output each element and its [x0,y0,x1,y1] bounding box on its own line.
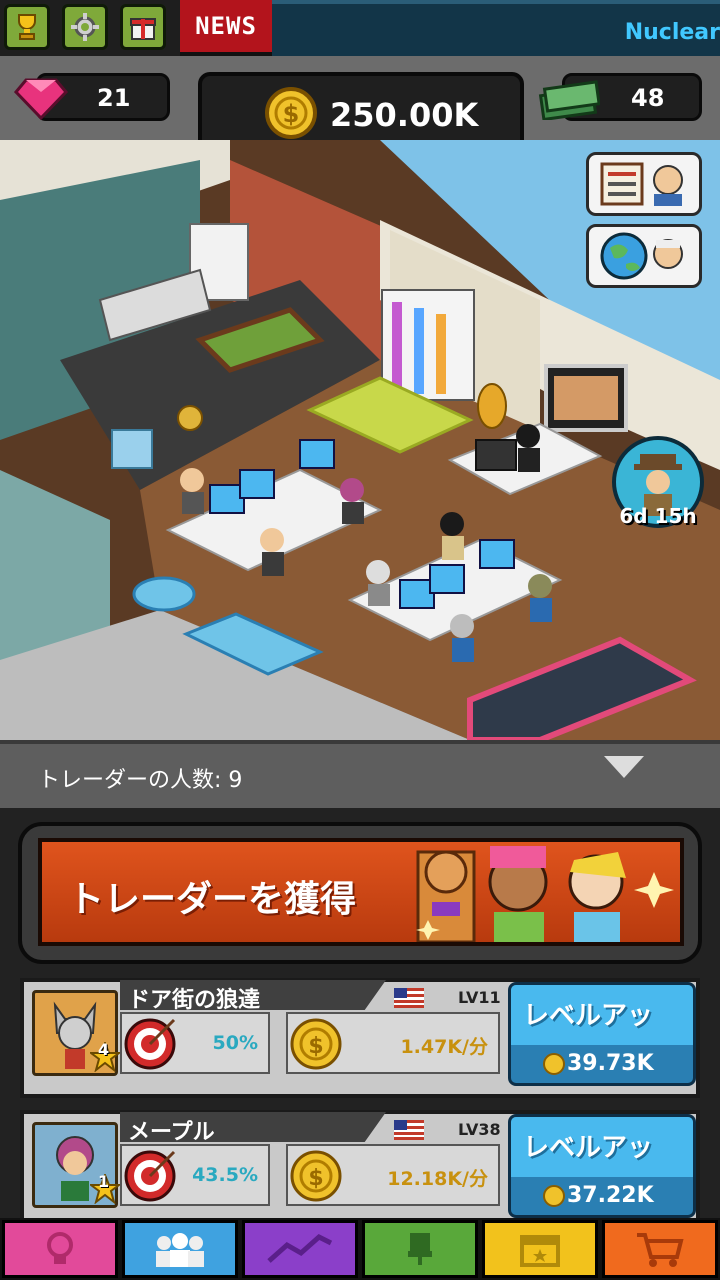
level-up-label: レベルアッ [523,1001,654,1031]
office-scene[interactable]: 6d 15h [0,140,720,740]
hit-rate-stat: 43.5% [120,1144,270,1206]
coin-icon: $ [265,87,317,139]
us-flag-icon [394,1120,424,1140]
hire-trader-label: トレーダーを獲得 [68,879,357,920]
gem-count: 21 [97,84,131,112]
level-up-cost: 37.22K [567,1183,654,1208]
svg-text:$: $ [283,100,300,128]
rank-badge: 1 [98,1172,110,1191]
cash-icon [538,80,600,120]
trader-card[interactable]: 1 メープル LV38 43.5% $ 12.18K/分 レベルアッ 37.22… [20,1110,700,1230]
coin-icon [543,1053,565,1075]
rank-badge: 4 [98,1040,110,1059]
trader-count-row[interactable]: トレーダーの人数: 9 [0,740,720,808]
level-up-label: レベルアッ [523,1133,654,1163]
gear-icon[interactable] [62,4,108,50]
news-report-button[interactable] [586,152,702,216]
coin-icon: $ [290,1150,342,1202]
event-timer: 6d 15h [619,504,697,528]
cash-count: 48 [631,84,665,112]
trader-level: LV11 [458,988,501,1007]
nav-shop-tab[interactable] [602,1220,718,1278]
trader-name: メープル [128,1120,215,1145]
target-icon [124,1018,176,1070]
trader-panel: トレーダーを獲得 4 ドア街の狼達 LV11 50% $ 1.47K/分 レベル… [0,808,720,1230]
collapse-arrow-icon[interactable] [604,756,644,778]
coin-count: 250.00K [330,96,479,134]
income-value: 1.47K/分 [400,1036,488,1058]
bottom-nav [0,1218,720,1280]
nav-events-tab[interactable] [482,1220,598,1278]
hire-trader-button[interactable]: トレーダーを獲得 [38,838,684,946]
news-ticker[interactable]: Nuclear [272,0,720,56]
income-value: 12.18K/分 [387,1168,488,1190]
news-label: NEWS [195,12,257,40]
us-flag-icon [394,988,424,1008]
lightbulb-icon [47,1232,73,1264]
gem-icon [14,78,68,120]
trader-level: LV38 [458,1120,501,1139]
nav-office-tab[interactable] [362,1220,478,1278]
svg-text:$: $ [308,1166,323,1191]
hit-rate-stat: 50% [120,1012,270,1074]
target-icon [124,1150,176,1202]
level-up-button[interactable]: レベルアッ 39.73K [508,982,696,1086]
ticker-text: Nuclear [624,20,720,45]
coin-icon [543,1185,565,1207]
level-up-button[interactable]: レベルアッ 37.22K [508,1114,696,1218]
trader-card[interactable]: 4 ドア街の狼達 LV11 50% $ 1.47K/分 レベルアッ 39.73K [20,978,700,1098]
cart-icon [637,1233,684,1267]
gift-icon[interactable] [120,4,166,50]
chair-icon [408,1233,432,1265]
globe-icon [600,232,683,280]
calendar-icon [520,1235,560,1267]
level-up-cost: 39.73K [567,1051,654,1076]
nav-chart-tab[interactable] [242,1220,358,1278]
hit-rate-value: 43.5% [192,1164,258,1186]
world-market-button[interactable] [586,224,702,288]
svg-text:$: $ [308,1034,323,1059]
top-bar: NEWS Nuclear [0,0,720,60]
trader-name: ドア街の狼達 [128,988,261,1013]
trophy-icon[interactable] [4,4,50,50]
news-tag[interactable]: NEWS [180,0,272,56]
report-icon [600,162,683,206]
hire-characters-illustration [416,846,674,942]
nav-ideas-tab[interactable] [2,1220,118,1278]
income-stat: $ 12.18K/分 [286,1144,500,1206]
trader-count-label: トレーダーの人数: 9 [38,768,243,793]
nav-traders-tab[interactable] [122,1220,238,1278]
income-stat: $ 1.47K/分 [286,1012,500,1074]
hit-rate-value: 50% [212,1032,258,1054]
coin-icon: $ [290,1018,342,1070]
chart-icon [267,1234,333,1263]
traders-icon [156,1233,204,1267]
